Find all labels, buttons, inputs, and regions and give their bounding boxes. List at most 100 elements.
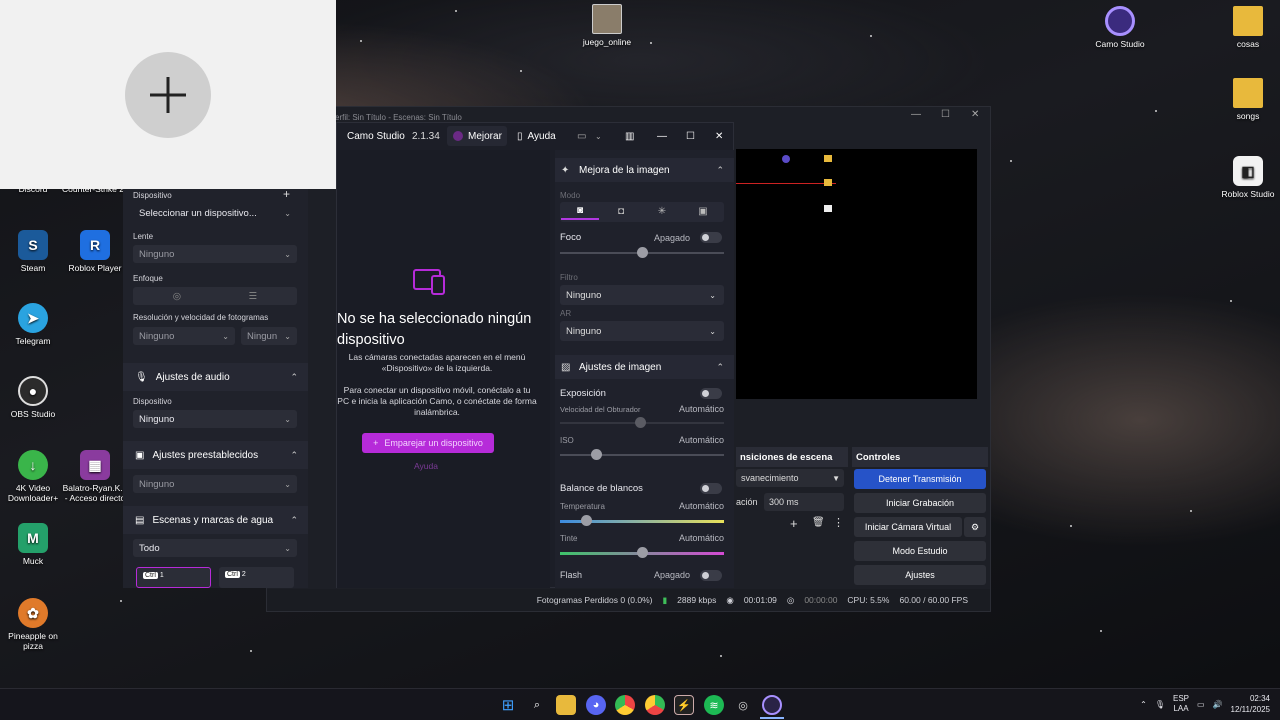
spotify-icon[interactable]: ≋ — [704, 695, 724, 715]
discord-icon[interactable]: ◕ — [586, 695, 606, 715]
enhance-section-header[interactable]: ✦ Mejora de la imagen ⌃ — [555, 158, 734, 182]
chrome-profile-icon[interactable] — [645, 695, 665, 715]
desktop-icon-juego-online[interactable]: juego_online — [574, 4, 640, 47]
display-icon[interactable]: ▭ — [1197, 700, 1205, 709]
desktop-icon-obs[interactable]: ● OBS Studio — [0, 376, 66, 419]
ar-select[interactable]: Ninguno ⌄ — [560, 321, 724, 341]
start-virtual-camera-button[interactable]: Iniciar Cámara Virtual — [854, 517, 962, 537]
close-icon[interactable]: ✕ — [715, 131, 723, 142]
presets-section-header[interactable]: ▣ Ajustes preestablecidos ⌃ — [123, 441, 308, 469]
chevron-up-icon: ⌃ — [716, 361, 724, 372]
exposure-toggle[interactable] — [700, 388, 722, 399]
desktop-icon-cosas[interactable]: cosas — [1215, 6, 1280, 49]
stream-time: 00:01:09 — [743, 595, 777, 605]
language-indicator[interactable]: ESP LAA — [1173, 694, 1189, 714]
iso-slider[interactable] — [560, 449, 724, 460]
sidebar-toggle-icon[interactable]: ▥ — [625, 131, 634, 142]
upgrade-button[interactable]: Mejorar — [447, 126, 507, 146]
desktop-icon-camo-studio[interactable]: Camo Studio — [1087, 6, 1153, 49]
desktop-icon-telegram[interactable]: ➤ Telegram — [0, 303, 66, 346]
focus-auto-icon[interactable]: ◎ — [173, 291, 181, 302]
obs-preview[interactable] — [736, 149, 977, 399]
tint-slider[interactable] — [560, 547, 724, 558]
sliders-icon[interactable]: ☰ — [249, 291, 258, 302]
camo-taskbar-icon[interactable] — [762, 695, 782, 715]
add-button[interactable] — [125, 52, 211, 138]
mode-blur[interactable]: ✳ — [643, 202, 681, 220]
app-icon[interactable]: ⚡ — [674, 695, 694, 715]
audio-device-select[interactable]: Ninguno ⌄ — [133, 410, 297, 428]
studio-mode-button[interactable]: Modo Estudio — [854, 541, 986, 561]
filter-select[interactable]: Ninguno ⌄ — [560, 285, 724, 305]
search-icon[interactable]: ⌕ — [527, 695, 547, 715]
focus-effect-label: Foco — [560, 232, 582, 243]
desktop-icon-pineapple[interactable]: ✿ Pineapple on pizza — [0, 598, 66, 651]
pair-device-button[interactable]: + Emparejar un dispositivo — [362, 433, 494, 453]
lens-select[interactable]: Ninguno ⌄ — [133, 245, 297, 263]
temperature-value: Automático — [678, 501, 724, 511]
focus-mode-toggle[interactable]: ◎ ☰ — [133, 287, 297, 305]
desktop-icon-roblox-player[interactable]: R Roblox Player — [62, 230, 128, 273]
maximize-icon[interactable]: ☐ — [686, 131, 695, 142]
desktop-icon-songs[interactable]: songs — [1215, 78, 1280, 121]
scenes-section-header[interactable]: ▤ Escenas y marcas de agua ⌃ — [123, 506, 308, 534]
microphone-icon[interactable]: 🎙 — [1155, 700, 1165, 709]
add-icon[interactable]: + — [790, 516, 798, 531]
record-icon: ◎ — [786, 594, 795, 605]
trash-icon[interactable]: 🗑 — [812, 517, 825, 528]
help-menu-button[interactable]: ▯ Ayuda — [517, 131, 556, 142]
desktop-icon-steam[interactable]: S Steam — [0, 230, 66, 273]
desktop-icon-balatro[interactable]: ▦ Balatro-Ryan.K... - Acceso directo — [62, 450, 128, 503]
file-explorer-icon[interactable] — [556, 695, 576, 715]
mode-portrait-active[interactable]: ◙ — [561, 202, 599, 220]
more-icon[interactable]: ⋮ — [833, 516, 844, 529]
chevron-down-icon[interactable]: ⌄ — [595, 132, 602, 141]
focus-effect-toggle[interactable] — [700, 232, 722, 243]
clock[interactable]: 02:34 12/11/2025 — [1231, 693, 1270, 715]
camera-icon[interactable]: ▭ — [577, 131, 586, 142]
stop-stream-button[interactable]: Detener Transmisión — [854, 469, 986, 489]
volume-icon[interactable]: 🔊 — [1213, 700, 1223, 709]
image-file-icon — [592, 4, 622, 34]
chrome-icon[interactable] — [615, 695, 635, 715]
mode-background[interactable]: ▣ — [684, 202, 722, 220]
duration-input[interactable]: 300 ms — [764, 493, 844, 511]
scene-thumbnail-2[interactable]: Ctrl 2 — [219, 567, 294, 588]
flash-toggle[interactable] — [700, 570, 722, 581]
focus-slider[interactable] — [560, 247, 724, 258]
transition-select[interactable]: svanecimiento ▼ — [736, 469, 844, 487]
virtual-camera-settings-button[interactable]: ⚙ — [964, 517, 986, 537]
obs-taskbar-icon[interactable]: ◎ — [733, 695, 753, 715]
add-device-icon[interactable]: + — [283, 187, 290, 201]
maximize-icon[interactable]: ☐ — [941, 109, 950, 120]
focus-effect-value: Apagado — [653, 233, 690, 243]
settings-button[interactable]: Ajustes — [854, 565, 986, 585]
camo-studio-window[interactable]: Camo Studio 2.1.34 Mejorar ▯ Ayuda ▭ ⌄ ▥ … — [336, 122, 734, 588]
temperature-slider[interactable] — [560, 515, 724, 526]
desktop-icon-roblox-studio[interactable]: ◧ Roblox Studio — [1215, 156, 1280, 199]
minimize-icon[interactable]: — — [657, 131, 667, 142]
camo-titlebar: Camo Studio 2.1.34 Mejorar ▯ Ayuda ▭ ⌄ ▥ … — [337, 123, 733, 150]
folder-icon — [824, 179, 832, 186]
desktop-icon-muck[interactable]: M Muck — [0, 523, 66, 566]
help-link[interactable]: Ayuda — [414, 461, 438, 471]
close-icon[interactable]: ✕ — [971, 109, 979, 120]
white-balance-toggle[interactable] — [700, 483, 722, 494]
shutter-slider[interactable] — [560, 417, 724, 428]
presets-select[interactable]: Ninguno ⌄ — [133, 475, 297, 493]
audio-section-header[interactable]: 🎙 Ajustes de audio ⌃ — [123, 363, 308, 391]
windows-start-icon[interactable]: ⊞ — [498, 695, 518, 715]
desktop-icon-4k-video[interactable]: ↓ 4K Video Downloader+ — [0, 450, 66, 503]
scenes-filter-select[interactable]: Todo ⌄ — [133, 539, 297, 557]
mode-person[interactable]: ◘ — [602, 202, 640, 220]
minimize-icon[interactable]: — — [911, 109, 921, 120]
start-recording-button[interactable]: Iniciar Grabación — [854, 493, 986, 513]
chevron-up-icon[interactable]: ⌃ — [1140, 700, 1147, 709]
image-settings-header[interactable]: ▨ Ajustes de imagen ⌃ — [555, 355, 734, 379]
resolution-select[interactable]: Ninguno ⌄ — [133, 327, 235, 345]
fps-select[interactable]: Ningun ⌄ — [241, 327, 297, 345]
scene-thumbnail-1[interactable]: Ctrl 1 — [136, 567, 211, 588]
device-select[interactable]: Seleccionar un dispositivo... ⌄ — [133, 204, 297, 222]
desktop-icon-label: Roblox Player — [68, 263, 122, 273]
record-time: 00:00:00 — [804, 595, 838, 605]
